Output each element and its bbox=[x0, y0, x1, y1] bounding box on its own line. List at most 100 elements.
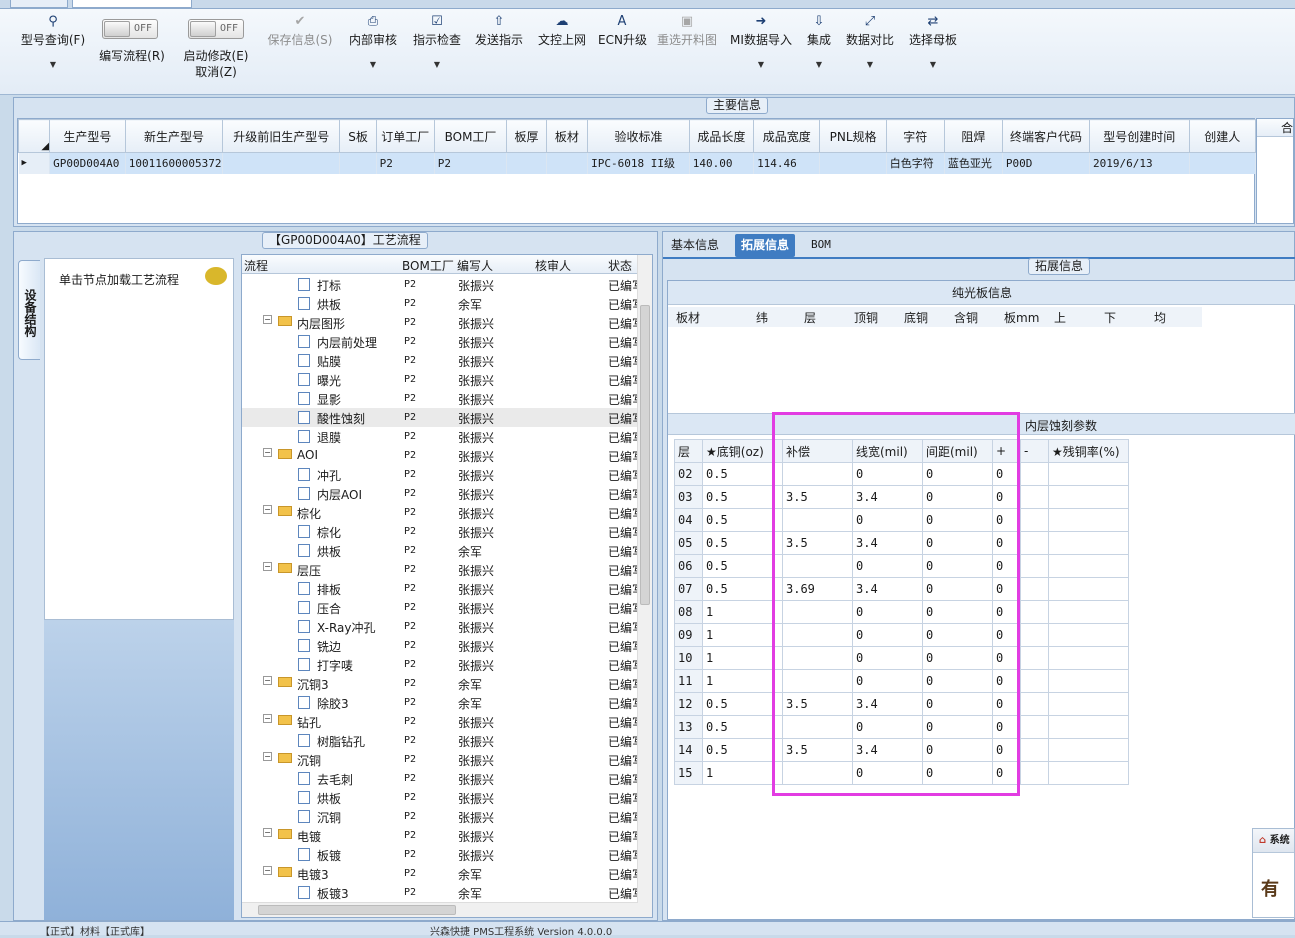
etch-row[interactable]: 07 0.5 3.69 3.4 0 0 bbox=[674, 577, 1129, 601]
horizontal-scrollbar[interactable] bbox=[242, 902, 638, 917]
table-cell[interactable]: 0 bbox=[992, 600, 1021, 624]
tree-row[interactable]: 贴膜 P2 张振兴 已编写 bbox=[242, 351, 638, 370]
table-cell[interactable]: 0 bbox=[992, 738, 1021, 762]
table-cell[interactable] bbox=[1048, 646, 1129, 670]
column-header[interactable]: BOM工厂 bbox=[433, 119, 508, 153]
table-cell[interactable]: 0 bbox=[852, 669, 923, 693]
table-cell[interactable] bbox=[1048, 462, 1129, 486]
table-cell[interactable]: 114.46 bbox=[753, 152, 821, 174]
table-cell[interactable]: 1 bbox=[702, 600, 783, 624]
table-cell[interactable]: 140.00 bbox=[689, 152, 755, 174]
table-cell[interactable]: 0 bbox=[992, 623, 1021, 647]
table-cell[interactable]: 3.4 bbox=[852, 531, 923, 555]
table-cell[interactable] bbox=[1048, 692, 1129, 716]
column-header[interactable]: 成品长度 bbox=[688, 119, 755, 153]
table-cell[interactable]: 0.5 bbox=[702, 462, 783, 486]
table-cell[interactable] bbox=[1020, 738, 1049, 762]
table-cell[interactable]: 1 bbox=[702, 669, 783, 693]
table-cell[interactable]: 1 bbox=[702, 646, 783, 670]
column-header[interactable]: 核审人 bbox=[535, 257, 571, 274]
internal-review-button[interactable]: ⎙ 内部审核 ▼ bbox=[346, 13, 400, 91]
column-header[interactable]: 字符 bbox=[885, 119, 945, 153]
table-cell[interactable]: 0 bbox=[922, 623, 993, 647]
tree-row[interactable]: 树脂钻孔 P2 张振兴 已编写 bbox=[242, 731, 638, 750]
table-cell[interactable] bbox=[1020, 462, 1049, 486]
table-cell[interactable]: 0 bbox=[992, 646, 1021, 670]
table-cell[interactable] bbox=[1048, 715, 1129, 739]
column-header[interactable]: 验收标准 bbox=[587, 119, 690, 153]
table-cell[interactable]: P2 bbox=[434, 152, 508, 174]
column-header[interactable]: PNL规格 bbox=[819, 119, 887, 153]
write-flow-toggle[interactable]: OFF bbox=[102, 19, 158, 39]
table-cell[interactable]: 0 bbox=[852, 715, 923, 739]
table-cell[interactable]: 0 bbox=[922, 485, 993, 509]
tree-row[interactable]: 压合 P2 张振兴 已编写 bbox=[242, 598, 638, 617]
tree-row[interactable]: 烘板 P2 张振兴 已编写 bbox=[242, 788, 638, 807]
table-cell[interactable] bbox=[1048, 600, 1129, 624]
table-cell[interactable]: 0 bbox=[852, 554, 923, 578]
table-cell[interactable]: 0 bbox=[852, 600, 923, 624]
table-cell[interactable] bbox=[1048, 577, 1129, 601]
table-cell[interactable] bbox=[1048, 669, 1129, 693]
tab-basic-info[interactable]: 基本信息 bbox=[665, 234, 725, 257]
table-cell[interactable] bbox=[782, 554, 853, 578]
table-cell[interactable] bbox=[1048, 554, 1129, 578]
table-cell[interactable] bbox=[1048, 531, 1129, 555]
table-cell[interactable]: 0.5 bbox=[702, 554, 783, 578]
table-cell[interactable]: 0 bbox=[992, 462, 1021, 486]
tree-row[interactable]: 除胶3 P2 余军 已编写 bbox=[242, 693, 638, 712]
table-cell[interactable] bbox=[1048, 485, 1129, 509]
etch-row[interactable]: 08 1 0 0 0 bbox=[674, 600, 1129, 624]
table-cell[interactable]: 0.5 bbox=[702, 485, 783, 509]
table-cell[interactable] bbox=[782, 462, 853, 486]
column-header[interactable]: 成品宽度 bbox=[753, 119, 821, 153]
document-tab-active[interactable] bbox=[72, 0, 192, 8]
system-popup[interactable]: ⌂ 系统 有 bbox=[1252, 828, 1295, 918]
column-header[interactable]: + bbox=[992, 439, 1021, 463]
table-cell[interactable]: 10011600005372 bbox=[125, 152, 224, 174]
table-cell[interactable]: 0 bbox=[922, 761, 993, 785]
etch-row[interactable]: 14 0.5 3.5 3.4 0 0 bbox=[674, 738, 1129, 762]
etch-row[interactable]: 02 0.5 0 0 0 bbox=[674, 462, 1129, 486]
tree-row[interactable]: 打标 P2 张振兴 已编写 bbox=[242, 275, 638, 294]
table-cell[interactable]: 0.5 bbox=[702, 738, 783, 762]
table-cell[interactable]: P2 bbox=[376, 152, 435, 174]
table-cell[interactable] bbox=[1020, 531, 1049, 555]
chat-bubble-icon[interactable] bbox=[205, 267, 227, 285]
table-cell[interactable] bbox=[1020, 577, 1049, 601]
column-header[interactable]: 阻焊 bbox=[943, 119, 1003, 153]
table-cell[interactable]: 0 bbox=[922, 738, 993, 762]
column-header[interactable]: 间距(mil) bbox=[922, 439, 993, 463]
scroll-thumb[interactable] bbox=[640, 305, 650, 605]
tree-row[interactable]: − 钻孔 P2 张振兴 已编写 bbox=[242, 712, 638, 731]
table-cell[interactable] bbox=[782, 715, 853, 739]
table-cell[interactable]: 1 bbox=[702, 623, 783, 647]
table-cell[interactable]: 0.5 bbox=[702, 692, 783, 716]
column-header[interactable]: 顶铜 bbox=[854, 309, 878, 326]
table-cell[interactable] bbox=[506, 152, 547, 174]
table-cell[interactable]: 0 bbox=[992, 761, 1021, 785]
etch-row[interactable]: 13 0.5 0 0 0 bbox=[674, 715, 1129, 739]
table-cell[interactable]: 2019/6/13 bbox=[1089, 152, 1190, 174]
collapse-icon[interactable]: − bbox=[263, 315, 272, 324]
table-cell[interactable] bbox=[339, 152, 377, 174]
table-cell[interactable] bbox=[782, 646, 853, 670]
table-cell[interactable]: 0 bbox=[992, 508, 1021, 532]
table-cell[interactable]: 0 bbox=[852, 623, 923, 647]
table-cell[interactable] bbox=[782, 623, 853, 647]
table-cell[interactable]: 3.5 bbox=[782, 531, 853, 555]
tree-row[interactable]: − AOI P2 张振兴 已编写 bbox=[242, 446, 638, 465]
tree-row[interactable]: − 电镀 P2 张振兴 已编写 bbox=[242, 826, 638, 845]
column-header[interactable]: BOM工厂 bbox=[402, 257, 454, 274]
table-cell[interactable]: 0 bbox=[992, 692, 1021, 716]
table-cell[interactable] bbox=[1020, 715, 1049, 739]
tree-row[interactable]: − 沉铜 P2 张振兴 已编写 bbox=[242, 750, 638, 769]
table-cell[interactable] bbox=[782, 600, 853, 624]
column-header[interactable]: 补偿 bbox=[782, 439, 853, 463]
column-header[interactable]: 层 bbox=[804, 309, 816, 326]
table-cell[interactable]: 蓝色亚光 bbox=[944, 152, 1003, 174]
column-header[interactable]: 下 bbox=[1104, 309, 1116, 326]
inner-etch-table[interactable]: 层 ★底铜(oz) 补偿 线宽(mil) 间距(mil) + - ★残铜率(%) 02 0.5 0 0… bbox=[674, 439, 1129, 785]
column-header[interactable]: 型号创建时间 bbox=[1089, 119, 1190, 153]
table-cell[interactable] bbox=[1048, 623, 1129, 647]
